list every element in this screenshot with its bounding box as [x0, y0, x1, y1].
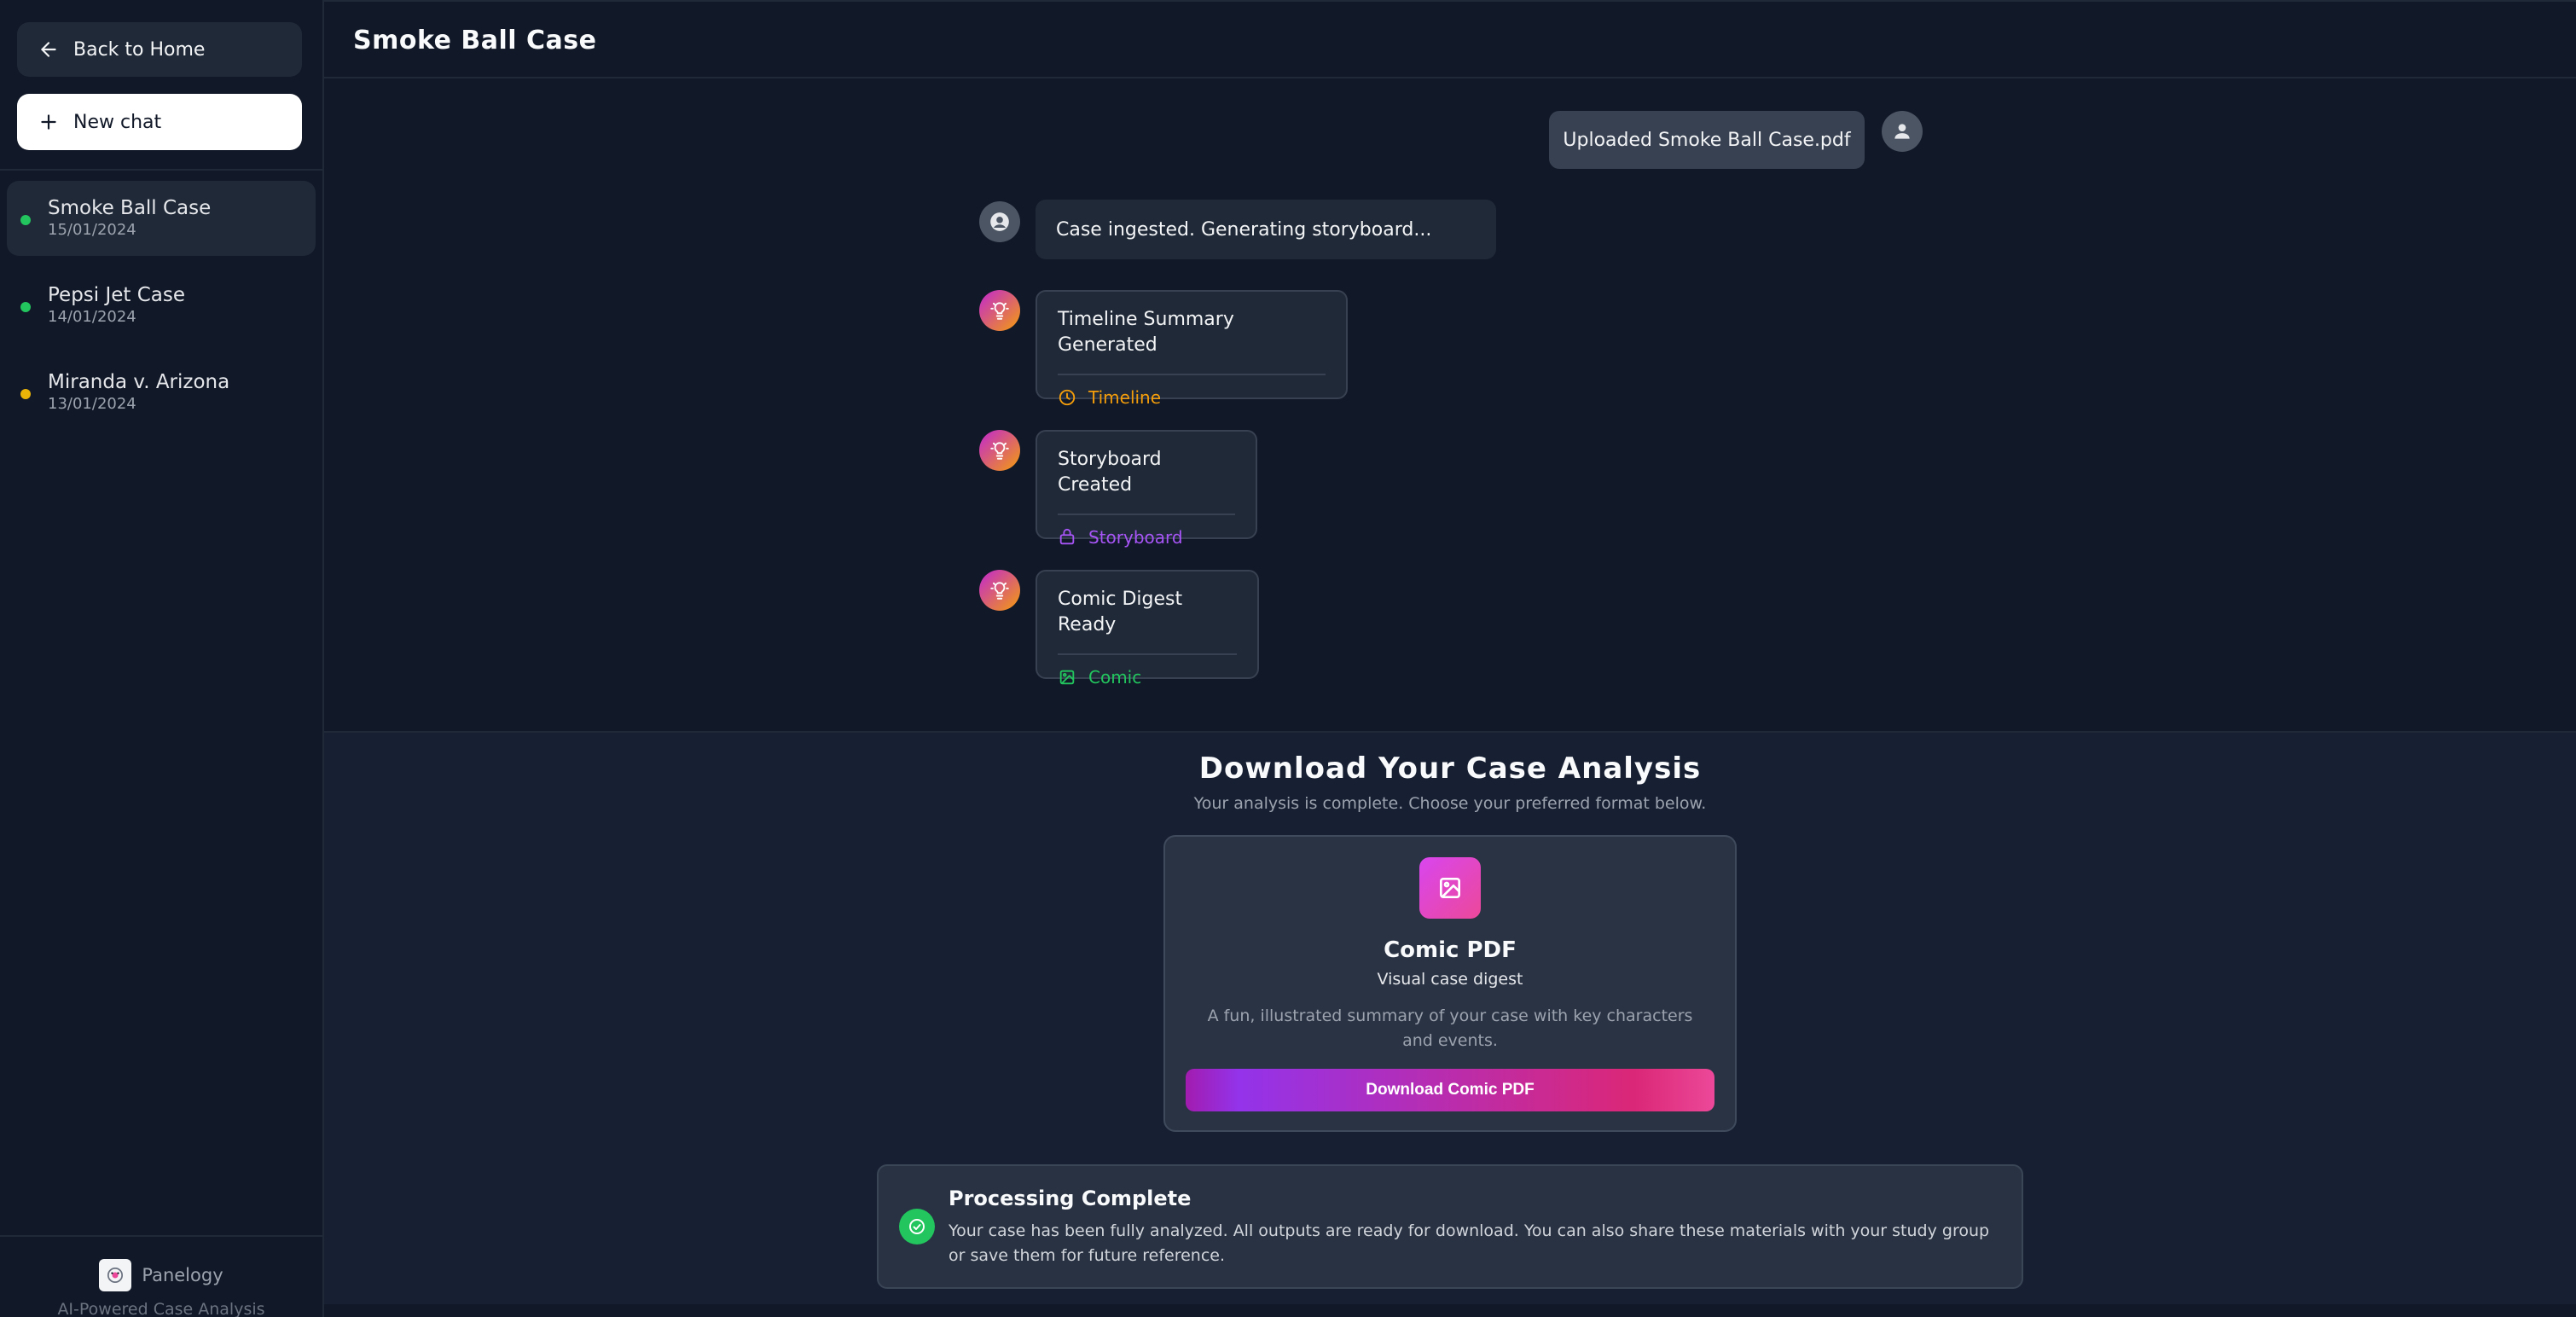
assistant-avatar: [979, 290, 1020, 331]
new-chat-label: New chat: [73, 111, 162, 133]
card-title: Timeline Summary Generated: [1058, 309, 1234, 356]
status-title: Processing Complete: [949, 1186, 1192, 1210]
chat-status-dot: [20, 389, 31, 399]
download-comic-pdf-button[interactable]: Download Comic PDF: [1186, 1069, 1714, 1111]
lightbulb-icon: [990, 582, 1009, 600]
timeline-link-label: Timeline: [1088, 387, 1162, 408]
user-icon: [1894, 124, 1910, 139]
chat-date: 15/01/2024: [48, 221, 136, 239]
lightbulb-icon: [990, 302, 1009, 320]
result-card-storyboard: Storyboard Created Storyboard: [1036, 430, 1257, 548]
system-message-text: Case ingested. Generating storyboard...: [1056, 218, 1432, 241]
image-icon: [1419, 857, 1481, 919]
download-section: Download Your Case Analysis Your analysi…: [324, 733, 2576, 1304]
chat-header: Smoke Ball Case: [324, 0, 2576, 78]
chat-list: Smoke Ball Case 15/01/2024 Pepsi Jet Cas…: [0, 171, 322, 452]
comic-link-label: Comic: [1088, 667, 1142, 688]
card-divider: [1058, 374, 1326, 375]
system-avatar: [979, 201, 1020, 242]
chat-status-dot: [20, 302, 31, 312]
storyboard-icon: [1059, 528, 1075, 545]
comic-pdf-subtitle: Visual case digest: [1377, 970, 1523, 989]
main-panel: Smoke Ball Case Uploaded Smoke Ball Case…: [324, 0, 2576, 1317]
download-subtitle: Your analysis is complete. Choose your p…: [1193, 794, 1707, 813]
chat-item-miranda-v-arizona[interactable]: Miranda v. Arizona 13/01/2024: [7, 355, 316, 430]
download-title: Download Your Case Analysis: [1198, 751, 1702, 786]
user-message-bubble: Uploaded Smoke Ball Case.pdf: [1549, 111, 1865, 169]
system-message-bubble: Case ingested. Generating storyboard...: [1036, 200, 1496, 259]
result-card-timeline: Timeline Summary Generated Timeline: [1036, 290, 1348, 408]
comic-pdf-description: A fun, illustrated summary of your case …: [1207, 1007, 1693, 1050]
storyboard-link-label: Storyboard: [1088, 527, 1183, 548]
assistant-avatar: [979, 430, 1020, 471]
new-chat-button[interactable]: New chat: [17, 94, 302, 150]
sidebar-footer: Panelogy AI-Powered Case Analysis: [0, 1235, 322, 1317]
storyboard-link[interactable]: Storyboard: [1058, 527, 1235, 548]
card-title: Comic Digest Ready: [1058, 589, 1183, 635]
comic-link[interactable]: Comic: [1058, 667, 1237, 688]
chat-status-dot: [20, 215, 31, 225]
card-divider: [1058, 653, 1237, 655]
brand-logo-icon: [99, 1259, 132, 1291]
timeline-link[interactable]: Timeline: [1058, 387, 1326, 408]
lightbulb-icon: [990, 442, 1009, 460]
brand-name: Panelogy: [142, 1265, 223, 1285]
chat-date: 13/01/2024: [48, 395, 136, 413]
card-title: Storyboard Created: [1058, 449, 1162, 496]
plus-icon: [41, 114, 56, 130]
user-message-text: Uploaded Smoke Ball Case.pdf: [1563, 129, 1851, 151]
processing-complete-banner: Processing Complete Your case has been f…: [877, 1164, 2023, 1289]
back-to-home-label: Back to Home: [73, 38, 206, 61]
card-divider: [1058, 513, 1235, 515]
assistant-avatar: [979, 570, 1020, 611]
result-card-comic: Comic Digest Ready Comic: [1036, 570, 1259, 688]
chat-item-smoke-ball-case[interactable]: Smoke Ball Case 15/01/2024: [7, 181, 316, 256]
clock-icon: [1059, 389, 1076, 406]
back-to-home-button[interactable]: Back to Home: [17, 22, 302, 77]
chat-title: Smoke Ball Case: [48, 197, 212, 219]
chat-item-pepsi-jet-case[interactable]: Pepsi Jet Case 14/01/2024: [7, 268, 316, 343]
image-icon: [1059, 670, 1075, 685]
status-text: Your case has been fully analyzed. All o…: [949, 1221, 1990, 1265]
app-root: Back to Home New chat Smoke Ball Case 15…: [0, 0, 2576, 1317]
chat-title: Pepsi Jet Case: [48, 284, 186, 306]
chat-date: 14/01/2024: [48, 308, 136, 326]
brand-tagline: AI-Powered Case Analysis: [57, 1300, 265, 1317]
page-title: Smoke Ball Case: [353, 26, 597, 55]
sidebar: Back to Home New chat Smoke Ball Case 15…: [0, 0, 324, 1317]
check-circle-icon: [899, 1209, 935, 1244]
user-circle-icon: [990, 212, 1009, 231]
user-avatar: [1882, 111, 1923, 152]
comic-pdf-card: Comic PDF Visual case digest A fun, illu…: [1163, 835, 1737, 1132]
sidebar-actions: Back to Home New chat: [0, 0, 322, 150]
arrow-left-icon: [41, 42, 56, 57]
brand: Panelogy: [0, 1259, 322, 1291]
chat-title: Miranda v. Arizona: [48, 371, 230, 393]
comic-pdf-title: Comic PDF: [1384, 937, 1517, 963]
